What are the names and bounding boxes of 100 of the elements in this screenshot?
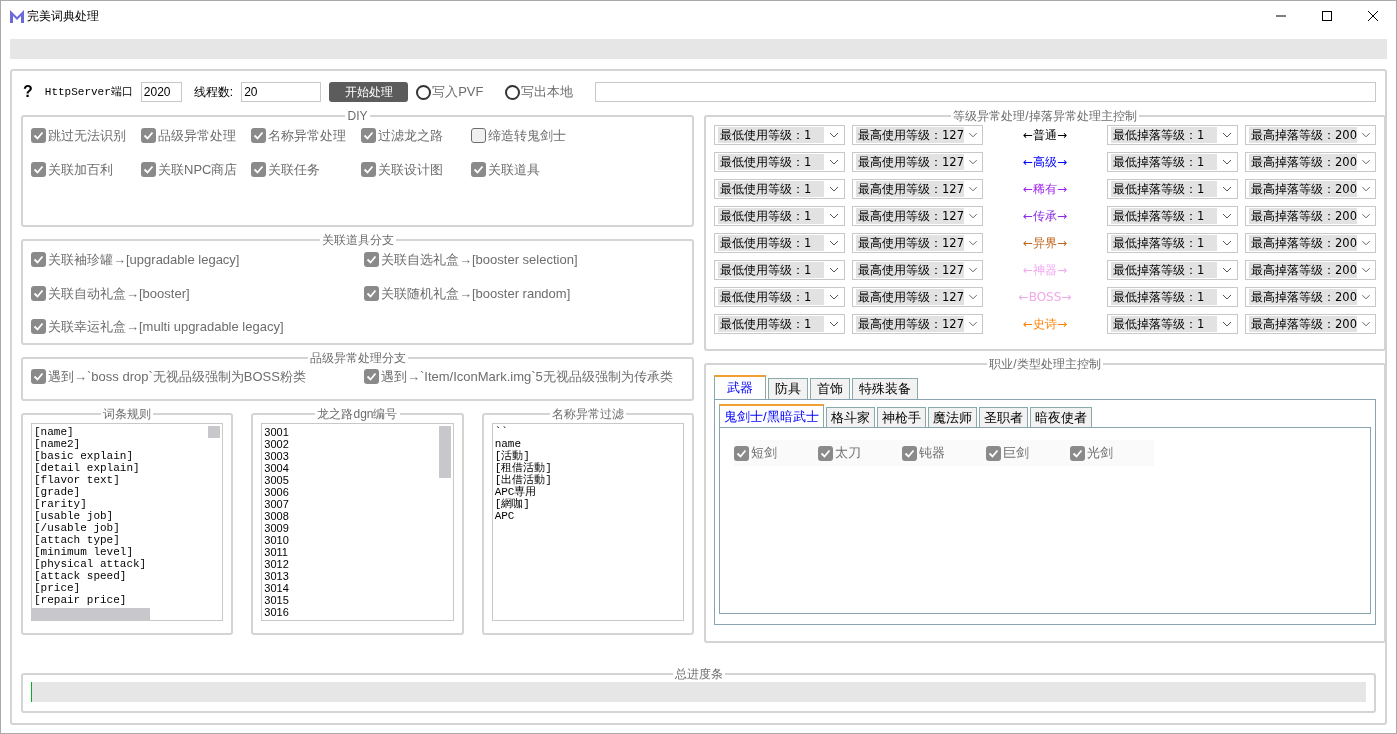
level-dropdown[interactable]: 最高使用等级：127 bbox=[852, 179, 983, 199]
checkbox[interactable]: 遇到→`boss drop`无视品级强制为BOSS粉类 bbox=[31, 367, 364, 387]
class-tab[interactable]: 魔法师 bbox=[927, 407, 977, 427]
checkbox[interactable]: 巨剑 bbox=[986, 440, 1070, 466]
group-title: 关联道具分支 bbox=[320, 233, 395, 247]
list-line: `` bbox=[494, 426, 508, 438]
class-tab[interactable]: 圣职者 bbox=[978, 407, 1028, 427]
threads-label: 线程数: bbox=[193, 84, 234, 101]
level-dropdown[interactable]: 最高掉落等级：200 bbox=[1245, 233, 1376, 253]
text-list[interactable]: `` name [活動] [租借活動] [出借活動] APC専用 [網咖] APC bbox=[491, 423, 684, 621]
level-dropdown[interactable]: 最高掉落等级：200 bbox=[1245, 179, 1376, 199]
level-dropdown[interactable]: 最低掉落等级：1 bbox=[1107, 206, 1238, 226]
category-tab[interactable]: 武器 bbox=[714, 375, 766, 399]
checkbox[interactable]: 关联袖珍罐→[upgradable legacy] bbox=[31, 250, 364, 270]
checkbox[interactable]: 关联设计图 bbox=[361, 159, 471, 179]
list-line: 3013 bbox=[264, 570, 289, 582]
level-dropdown[interactable]: 最低使用等级：1 bbox=[714, 152, 845, 172]
list-line: [attack speed] bbox=[34, 570, 127, 582]
text-list[interactable]: [name] [name2] [basic explain] [detail explain] [flavor text] [grade] [rarity] [usable job] [/usable job] [attach type] [minimum level] [physical attack] [attack speed] [price] [repair price] bbox=[31, 423, 224, 621]
checkbox[interactable]: 关联幸运礼盒→[multi upgradable legacy] bbox=[31, 317, 364, 337]
class-tab[interactable]: 神枪手 bbox=[876, 407, 926, 427]
level-dropdown[interactable]: 最高掉落等级：200 bbox=[1245, 260, 1376, 280]
class-tab[interactable]: 鬼剑士/黑暗武士 bbox=[719, 404, 824, 427]
grade-tier-label: ←普通→ bbox=[1021, 127, 1069, 144]
list-line: [網咖] bbox=[494, 498, 530, 510]
level-dropdown[interactable]: 最高掉落等级：200 bbox=[1245, 152, 1376, 172]
checkbox[interactable]: 过滤龙之路 bbox=[361, 126, 471, 146]
check-icon bbox=[253, 163, 264, 175]
checkbox[interactable]: 关联随机礼盒→[booster random] bbox=[364, 283, 664, 303]
check-icon bbox=[33, 371, 44, 383]
check-icon bbox=[366, 287, 377, 299]
level-dropdown[interactable]: 最低掉落等级：1 bbox=[1107, 287, 1238, 307]
path-field[interactable] bbox=[595, 82, 1376, 102]
checkbox[interactable]: 关联加百利 bbox=[31, 159, 141, 179]
list-line: [出借活動] bbox=[494, 474, 552, 486]
port-field[interactable]: 2020 bbox=[140, 82, 182, 102]
scrollbar-thumb[interactable] bbox=[32, 608, 150, 620]
level-dropdown[interactable]: 最高使用等级：127 bbox=[852, 314, 983, 334]
level-dropdown[interactable]: 最低掉落等级：1 bbox=[1107, 179, 1238, 199]
group-title: 名称异常过滤 bbox=[550, 407, 625, 421]
text-list[interactable]: 3001 3002 3003 3004 3005 3006 3007 3008 3009 3010 3011 3012 3013 3014 3015 3016 bbox=[261, 423, 454, 621]
checkbox[interactable]: 关联自动礼盒→[booster] bbox=[31, 283, 364, 303]
level-dropdown[interactable]: 最低掉落等级：1 bbox=[1107, 260, 1238, 280]
list-line: APC専用 bbox=[494, 486, 537, 498]
level-dropdown[interactable]: 最低使用等级：1 bbox=[714, 233, 845, 253]
level-dropdown[interactable]: 最高掉落等级：200 bbox=[1245, 287, 1376, 307]
level-dropdown[interactable]: 最高掉落等级：200 bbox=[1245, 125, 1376, 145]
level-dropdown[interactable]: 最低使用等级：1 bbox=[714, 314, 845, 334]
level-dropdown[interactable]: 最低使用等级：1 bbox=[714, 260, 845, 280]
level-dropdown[interactable]: 最高掉落等级：200 bbox=[1245, 314, 1376, 334]
level-dropdown[interactable]: 最低掉落等级：1 bbox=[1107, 314, 1238, 334]
level-dropdown[interactable]: 最低掉落等级：1 bbox=[1107, 233, 1238, 253]
level-dropdown[interactable]: 最低使用等级：1 bbox=[714, 206, 845, 226]
list-line: 3006 bbox=[264, 486, 289, 498]
radio-option[interactable]: 写出本地 bbox=[505, 82, 574, 102]
check-icon bbox=[736, 447, 747, 459]
class-tab[interactable]: 格斗家 bbox=[825, 407, 875, 427]
checkbox[interactable]: 关联任务 bbox=[251, 159, 361, 179]
check-icon bbox=[33, 130, 44, 142]
level-dropdown[interactable]: 最高使用等级：127 bbox=[852, 287, 983, 307]
checkbox[interactable]: 光剑 bbox=[1070, 440, 1154, 466]
list-line: [name] bbox=[34, 426, 74, 438]
level-dropdown[interactable]: 最低使用等级：1 bbox=[714, 287, 845, 307]
checkbox[interactable]: 缔造转鬼剑士 bbox=[471, 126, 601, 146]
checkbox[interactable]: 名称异常处理 bbox=[251, 126, 361, 146]
list-line: APC bbox=[494, 510, 515, 522]
class-tab[interactable]: 暗夜使者 bbox=[1029, 407, 1092, 427]
category-tab[interactable]: 防具 bbox=[768, 378, 808, 399]
level-dropdown[interactable]: 最高使用等级：127 bbox=[852, 260, 983, 280]
grade-tier-label: ←高级→ bbox=[1021, 154, 1069, 171]
help-icon[interactable]: ? bbox=[23, 80, 33, 104]
checkbox[interactable]: 钝器 bbox=[902, 440, 986, 466]
checkbox[interactable]: 关联自选礼盒→[booster selection] bbox=[364, 250, 664, 270]
checkbox[interactable]: 短剑 bbox=[734, 440, 818, 466]
level-dropdown[interactable]: 最低使用等级：1 bbox=[714, 125, 845, 145]
scrollbar-thumb[interactable] bbox=[438, 426, 451, 478]
level-dropdown[interactable]: 最高使用等级：127 bbox=[852, 233, 983, 253]
level-dropdown[interactable]: 最低掉落等级：1 bbox=[1107, 125, 1238, 145]
level-dropdown[interactable]: 最低使用等级：1 bbox=[714, 179, 845, 199]
checkbox[interactable]: 品级异常处理 bbox=[141, 126, 251, 146]
checkbox[interactable]: 太刀 bbox=[818, 440, 902, 466]
checkbox[interactable]: 关联道具 bbox=[471, 159, 601, 179]
grade-tier-label: ←神器→ bbox=[1021, 262, 1069, 279]
group-title: 职业/类型处理主控制 bbox=[988, 357, 1102, 371]
level-dropdown[interactable]: 最高掉落等级：200 bbox=[1245, 206, 1376, 226]
level-dropdown[interactable]: 最低掉落等级：1 bbox=[1107, 152, 1238, 172]
check-icon bbox=[904, 447, 915, 459]
start-button[interactable]: 开始处理 bbox=[329, 82, 409, 102]
checkbox[interactable]: 跳过无法识别 bbox=[31, 126, 141, 146]
level-dropdown[interactable]: 最高使用等级：127 bbox=[852, 206, 983, 226]
checkbox[interactable]: 关联NPC商店 bbox=[141, 159, 251, 179]
scrollbar-thumb[interactable] bbox=[208, 426, 221, 438]
threads-field[interactable]: 20 bbox=[241, 82, 322, 102]
checkbox[interactable]: 遇到→`Item/IconMark.img`5无视品级强制为传承类 bbox=[364, 367, 684, 387]
category-tab[interactable]: 首饰 bbox=[810, 378, 850, 399]
check-icon bbox=[143, 163, 154, 175]
category-tab[interactable]: 特殊装备 bbox=[852, 378, 918, 399]
level-dropdown[interactable]: 最高使用等级：127 bbox=[852, 125, 983, 145]
radio-option[interactable]: 写入PVF bbox=[416, 82, 484, 102]
level-dropdown[interactable]: 最高使用等级：127 bbox=[852, 152, 983, 172]
